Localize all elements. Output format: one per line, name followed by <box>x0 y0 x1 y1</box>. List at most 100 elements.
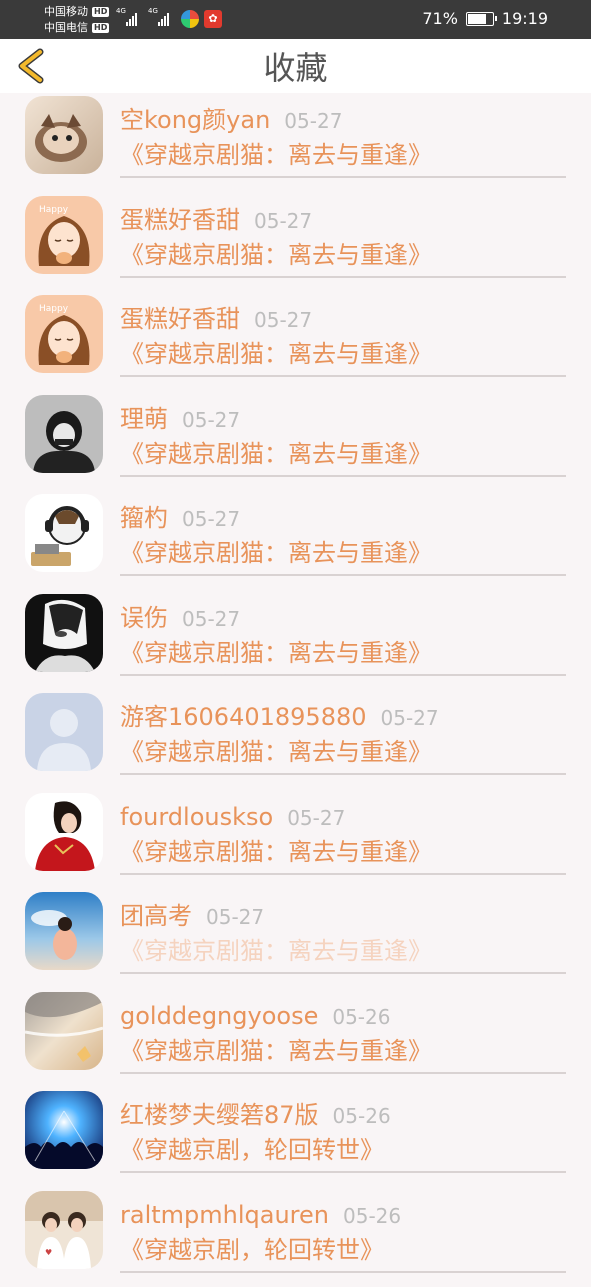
favorite-date: 05-27 <box>254 209 312 233</box>
username-text: 籀杓 <box>120 504 168 532</box>
svg-text:♥: ♥ <box>45 1248 52 1257</box>
avatar[interactable]: ♥ <box>25 1191 103 1269</box>
username: golddegngyoose 05-26 <box>120 1001 390 1032</box>
app-notification-icon <box>181 10 199 28</box>
battery-percent: 71% <box>422 9 458 28</box>
divider <box>120 773 566 775</box>
favorite-date: 05-27 <box>182 408 240 432</box>
username-text: 蛋糕好香甜 <box>120 206 240 234</box>
clock: 19:19 <box>502 9 548 28</box>
carrier-2: 中国电信 <box>44 20 88 36</box>
signal-icon-1: 4G <box>116 10 137 26</box>
username: 团高考05-27 <box>120 901 264 932</box>
hd-badge-2: HD <box>92 23 109 33</box>
username-text: 蛋糕好香甜 <box>120 305 240 333</box>
avatar[interactable] <box>25 594 103 672</box>
page-title: 收藏 <box>0 48 591 88</box>
book-title[interactable]: 《穿越京剧，轮回转世》 <box>120 1233 384 1267</box>
gift-app-icon: ✿ <box>204 10 222 28</box>
favorite-item[interactable]: Happy 蛋糕好香甜 05-27 《穿越京剧猫：离去与重逢》 <box>0 292 591 392</box>
favorite-date: 05-27 <box>182 507 240 531</box>
divider <box>120 674 566 676</box>
favorite-item[interactable]: 误伤 05-27 《穿越京剧猫：离去与重逢》 <box>0 591 591 691</box>
favorites-list: 空kong颜yan 05-27 《穿越京剧猫：离去与重逢》 Happy 蛋糕好香甜 05-… <box>0 93 591 1287</box>
username: 游客160640189588005-27 <box>120 702 439 733</box>
avatar[interactable] <box>25 693 103 771</box>
avatar[interactable]: Happy <box>25 295 103 373</box>
avatar[interactable] <box>25 395 103 473</box>
signal-icon-2: 4G <box>148 10 169 26</box>
favorite-date: 05-26 <box>333 1104 391 1128</box>
username: 红楼梦夫缨箬87版 05-26 <box>120 1100 391 1131</box>
favorite-item[interactable]: Happy 蛋糕好香甜 05-27 《穿越京剧猫：离去与重逢》 <box>0 193 591 293</box>
username-text: 空kong颜yan <box>120 106 270 134</box>
book-title[interactable]: 《穿越京剧猫：离去与重逢》 <box>120 437 432 471</box>
favorite-item[interactable]: ♥ raltmpmhlqauren 05-26 《穿越京剧，轮回转世》 <box>0 1188 591 1287</box>
avatar[interactable]: Happy <box>25 196 103 274</box>
carrier-1: 中国移动 <box>44 4 88 20</box>
username: 籀杓 05-27 <box>120 503 240 534</box>
hd-badge-1: HD <box>92 7 109 17</box>
book-title[interactable]: 《穿越京剧猫：离去与重逢》 <box>120 138 432 172</box>
book-title[interactable]: 《穿越京剧猫：离去与重逢》 <box>120 835 432 869</box>
divider <box>120 972 566 974</box>
book-title[interactable]: 《穿越京剧猫：离去与重逢》 <box>120 337 432 371</box>
username-text: 红楼梦夫缨箬87版 <box>120 1101 319 1129</box>
svg-text:Happy: Happy <box>39 205 69 215</box>
favorite-date: 05-27 <box>381 706 439 730</box>
username-text: golddegngyoose <box>120 1002 318 1030</box>
favorite-date: 05-27 <box>254 308 312 332</box>
favorite-item[interactable]: 游客160640189588005-27《穿越京剧猫：离去与重逢》 <box>0 690 591 790</box>
avatar[interactable] <box>25 1091 103 1169</box>
divider <box>120 1171 566 1173</box>
book-title[interactable]: 《穿越京剧猫：离去与重逢》 <box>120 1034 432 1068</box>
divider <box>120 375 566 377</box>
favorite-date: 05-27 <box>284 109 342 133</box>
avatar[interactable] <box>25 892 103 970</box>
network-type-2: 4G <box>148 7 158 15</box>
username-text: 误伤 <box>120 604 168 632</box>
book-title[interactable]: 《穿越京剧猫：离去与重逢》 <box>120 536 432 570</box>
favorite-item[interactable]: fourdlouskso05-27《穿越京剧猫：离去与重逢》 <box>0 790 591 890</box>
network-type-1: 4G <box>116 7 126 15</box>
favorite-item[interactable]: 理萌05-27《穿越京剧猫：离去与重逢》 <box>0 392 591 492</box>
book-title[interactable]: 《穿越京剧猫：离去与重逢》 <box>120 636 432 670</box>
favorite-date: 05-27 <box>182 607 240 631</box>
favorite-item[interactable]: 红楼梦夫缨箬87版 05-26 《穿越京剧，轮回转世》 <box>0 1088 591 1188</box>
avatar[interactable] <box>25 992 103 1070</box>
username: fourdlouskso05-27 <box>120 802 345 833</box>
avatar[interactable] <box>25 793 103 871</box>
book-title[interactable]: 《穿越京剧猫：离去与重逢》 <box>120 735 432 769</box>
username: 蛋糕好香甜 05-27 <box>120 304 312 335</box>
book-title[interactable]: 《穿越京剧猫：离去与重逢》 <box>120 934 432 968</box>
divider <box>120 1072 566 1074</box>
book-title[interactable]: 《穿越京剧，轮回转世》 <box>120 1133 384 1167</box>
username-text: raltmpmhlqauren <box>120 1201 329 1229</box>
username-text: fourdlouskso <box>120 803 273 831</box>
carrier-info: 中国移动 HD 中国电信 HD <box>44 4 109 36</box>
favorite-item[interactable]: 团高考05-27《穿越京剧猫：离去与重逢》 <box>0 889 591 989</box>
divider <box>120 873 566 875</box>
book-title[interactable]: 《穿越京剧猫：离去与重逢》 <box>120 238 432 272</box>
status-bar: 中国移动 HD 中国电信 HD 4G 4G ✿ 71% 19:19 <box>0 0 591 39</box>
avatar[interactable] <box>25 494 103 572</box>
divider <box>120 574 566 576</box>
title-bar: 收藏 <box>0 39 591 93</box>
divider <box>120 475 566 477</box>
username: 误伤 05-27 <box>120 603 240 634</box>
favorite-date: 05-26 <box>332 1005 390 1029</box>
divider <box>120 176 566 178</box>
username: 空kong颜yan 05-27 <box>120 105 342 136</box>
username-text: 团高考 <box>120 902 192 930</box>
svg-text:Happy: Happy <box>39 304 69 314</box>
avatar[interactable] <box>25 96 103 174</box>
favorite-date: 05-26 <box>343 1204 401 1228</box>
battery-icon <box>466 12 494 26</box>
username: 蛋糕好香甜 05-27 <box>120 205 312 236</box>
username: 理萌05-27 <box>120 404 240 435</box>
favorite-item[interactable]: golddegngyoose 05-26 《穿越京剧猫：离去与重逢》 <box>0 989 591 1089</box>
favorite-item[interactable]: 空kong颜yan 05-27 《穿越京剧猫：离去与重逢》 <box>0 93 591 193</box>
favorite-item[interactable]: 籀杓 05-27 《穿越京剧猫：离去与重逢》 <box>0 491 591 591</box>
divider <box>120 276 566 278</box>
divider <box>120 1271 566 1273</box>
